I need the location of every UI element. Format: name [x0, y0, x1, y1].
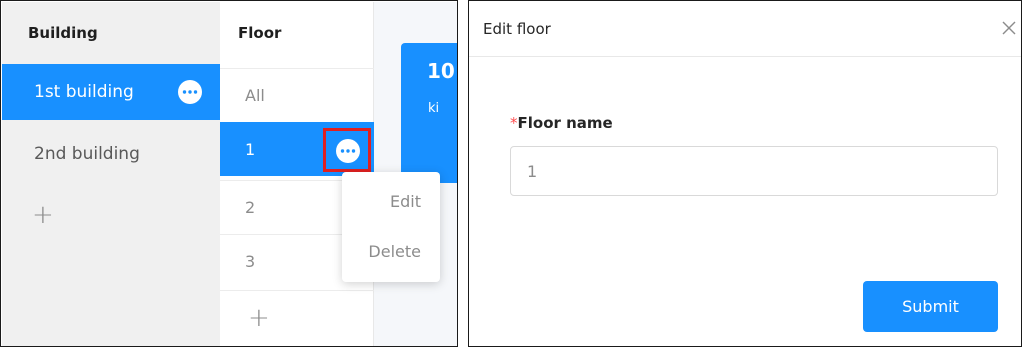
card-subtitle: ki [428, 101, 440, 116]
more-dots-icon[interactable] [178, 80, 202, 104]
floor-header: Floor [238, 24, 282, 42]
context-menu: Edit Delete [342, 172, 440, 282]
floor-name-label-text: Floor name [517, 114, 613, 132]
add-building-plus-icon[interactable]: + [32, 202, 54, 228]
dialog-header: Edit floor [469, 1, 1021, 57]
floor-item-all[interactable]: All [220, 68, 374, 122]
menu-item-edit[interactable]: Edit [342, 177, 440, 227]
floor-name-label: *Floor name [510, 114, 613, 132]
building-floor-panel: Building 1st building 2nd building + Flo… [0, 0, 458, 347]
building-item-label: 1st building [34, 82, 134, 102]
close-icon[interactable] [999, 18, 1019, 38]
floor-name-input[interactable] [510, 146, 998, 196]
required-mark: * [510, 114, 518, 132]
menu-item-delete[interactable]: Delete [342, 227, 440, 277]
building-item-1st[interactable]: 1st building [2, 64, 220, 120]
floor-item-label: 1 [245, 140, 256, 159]
edit-floor-dialog: Edit floor *Floor name Submit [468, 0, 1022, 347]
building-item-label: 2nd building [34, 144, 140, 164]
floor-item-label: 2 [245, 198, 256, 217]
add-floor-plus-icon[interactable]: + [248, 305, 270, 331]
submit-button[interactable]: Submit [863, 281, 998, 332]
building-header: Building [28, 24, 98, 42]
dialog-title: Edit floor [483, 20, 551, 38]
floor-item-label: 3 [245, 252, 256, 271]
highlight-box [323, 128, 371, 172]
floor-item-label: All [245, 86, 265, 105]
building-item-2nd[interactable]: 2nd building [2, 126, 220, 182]
floor-card[interactable]: 10 ki [401, 43, 457, 183]
floor-add-row: + [220, 290, 374, 346]
card-number: 10 [427, 59, 455, 83]
building-column: Building 1st building 2nd building + [2, 2, 220, 346]
floor-item-1[interactable]: 1 [220, 122, 374, 176]
